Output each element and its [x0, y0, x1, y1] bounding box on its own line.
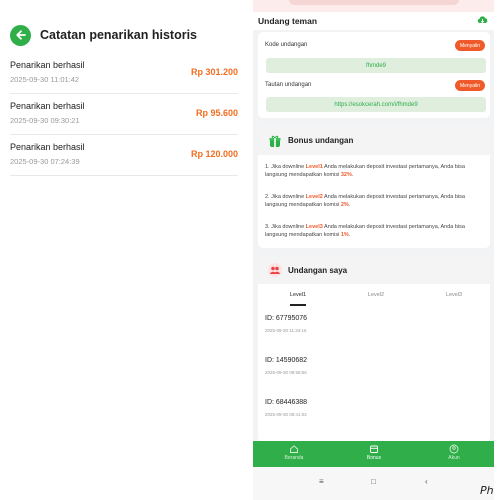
bonus-item: 1. Jika downline Level1 Anda melakukan d… [265, 164, 465, 178]
nav-bonus[interactable]: Bonus [349, 444, 399, 461]
bonus-item: 3. Jika downline Level3 Anda melakukan d… [265, 224, 465, 238]
my-invites-title: Undangan saya [288, 266, 348, 275]
gift-icon [269, 135, 281, 147]
history-amount: Rp 95.600 [195, 108, 238, 118]
nav-label: Bonus [366, 455, 382, 461]
home-square-icon[interactable]: □ [371, 477, 376, 486]
invite-link-value: https://esokcerah.com/i/fhmde9 [266, 97, 486, 112]
invite-title: Undang teman [258, 16, 318, 26]
bottom-nav: Beranda Bonus Akun [253, 441, 494, 467]
nav-label: Beranda [284, 455, 304, 461]
nav-label: Akun [448, 455, 460, 461]
invite-link-label: Tautan undangan [265, 82, 312, 88]
history-status: Penarikan berhasil [10, 60, 85, 70]
nav-akun[interactable]: Akun [429, 444, 479, 461]
history-row: Penarikan berhasil 2025-09-30 09:30:21 R… [10, 95, 238, 135]
copy-link-button[interactable]: Menyalin [455, 80, 485, 91]
invite-id: ID: 14590682 [265, 357, 308, 364]
bonus-percent: 32% [340, 171, 352, 178]
nav-beranda[interactable]: Beranda [269, 444, 319, 461]
invite-code-value: fhmde9 [266, 58, 486, 73]
cloud-icon[interactable] [477, 15, 488, 25]
active-tab-indicator [290, 304, 306, 306]
invite-id: ID: 67795076 [265, 315, 308, 322]
history-status: Penarikan berhasil [10, 142, 85, 152]
invite-card: Kode undangan Menyalin fhmde9 Tautan und… [258, 32, 490, 118]
history-status: Penarikan berhasil [10, 101, 85, 111]
history-row: Penarikan berhasil 2025-09-30 07:24:39 R… [10, 136, 238, 176]
bonus-level: Level2 [305, 194, 323, 200]
bonus-item: 2. Jika downline Level2 Anda melakukan d… [265, 194, 465, 208]
bonus-level: Level1 [305, 164, 323, 170]
back-chevron-icon[interactable]: ‹ [425, 477, 428, 486]
history-amount: Rp 120.000 [190, 149, 238, 159]
users-icon [268, 263, 282, 277]
history-amount: Rp 301.200 [190, 67, 238, 77]
invite-time: 2025-09-30 09:58:56 [265, 370, 307, 375]
invite-item: ID: 68446388 2025-09-30 09:41:02 [265, 399, 307, 417]
tab-level3[interactable]: Level3 [424, 292, 484, 298]
level-tabs: Level1 Level2 Level3 [258, 290, 490, 306]
tab-level2[interactable]: Level2 [346, 292, 406, 298]
copy-code-button[interactable]: Menyalin [455, 40, 485, 51]
bonus-percent: 1% [340, 231, 349, 238]
bonus-header: Bonus undangan [258, 126, 490, 155]
invite-time: 2025-09-30 09:41:02 [265, 412, 307, 417]
invite-id: ID: 68446388 [265, 399, 308, 406]
history-row: Penarikan berhasil 2025-09-30 11:01:42 R… [10, 54, 238, 94]
wallet-icon [370, 445, 378, 453]
bonus-card: Bonus undangan 1. Jika downline Level1 A… [258, 126, 490, 248]
corner-text: Ph [480, 484, 494, 497]
history-time: 2025-09-30 11:01:42 [10, 75, 80, 84]
my-invites-card: Undangan saya Level1 Level2 Level3 ID: 6… [258, 256, 490, 442]
system-nav-bar: ≡ □ ‹ [253, 467, 494, 500]
home-icon [290, 445, 298, 453]
invite-code-label: Kode undangan [265, 42, 308, 48]
invite-item: ID: 67795076 2025-09-30 11:34:16 [265, 315, 307, 333]
menu-icon[interactable]: ≡ [319, 477, 324, 486]
user-icon [449, 444, 459, 454]
page-title: Catatan penarikan historis [40, 28, 197, 42]
top-banner [253, 0, 494, 12]
tab-level1[interactable]: Level1 [268, 292, 328, 298]
invite-time: 2025-09-30 11:34:16 [265, 328, 307, 333]
invite-item: ID: 14590682 2025-09-30 09:58:56 [265, 357, 307, 375]
history-time: 2025-09-30 09:30:21 [10, 116, 80, 125]
bonus-level: Level3 [305, 224, 323, 230]
invite-header: Undang teman [253, 12, 494, 30]
my-invites-header: Undangan saya [258, 256, 490, 284]
history-header: Catatan penarikan historis [10, 24, 197, 46]
bonus-title: Bonus undangan [288, 136, 354, 145]
withdrawal-history-panel: Catatan penarikan historis Penarikan ber… [0, 0, 250, 500]
history-time: 2025-09-30 07:24:39 [10, 157, 80, 166]
invite-panel: Undang teman Kode undangan Menyalin fhmd… [253, 0, 494, 500]
bonus-percent: 2% [340, 201, 349, 208]
screen: Catatan penarikan historis Penarikan ber… [0, 0, 500, 500]
arrow-left-icon [15, 30, 26, 40]
back-button[interactable] [10, 24, 31, 46]
banner-pill [289, 0, 459, 5]
